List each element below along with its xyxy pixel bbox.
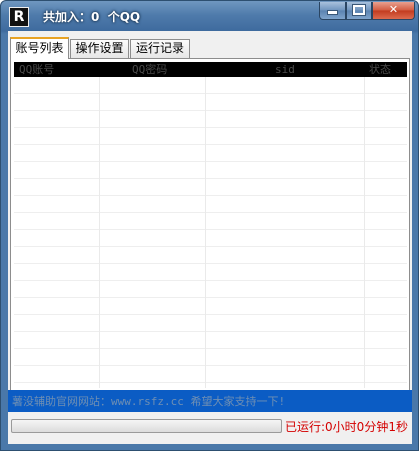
- close-icon: ✕: [388, 3, 399, 16]
- window-title: 共加入：0 个QQ: [43, 10, 141, 24]
- status-area: 已运行:0小时0分钟1秒: [8, 414, 412, 444]
- column-header-status[interactable]: 状态: [369, 62, 391, 77]
- tab-run-log[interactable]: 运行记录: [130, 39, 190, 58]
- app-logo-icon: R: [9, 7, 29, 27]
- maximize-button[interactable]: [346, 2, 372, 20]
- progress-bar: [11, 419, 282, 433]
- list-header: QQ账号 QQ密码 sid 状态: [14, 62, 407, 77]
- minimize-icon: [327, 10, 338, 15]
- close-button[interactable]: ✕: [372, 2, 415, 20]
- tab-panel: QQ账号 QQ密码 sid 状态: [10, 58, 410, 411]
- minimize-button[interactable]: [319, 2, 346, 20]
- runtime-status: 已运行:0小时0分钟1秒: [285, 420, 408, 434]
- account-list-view[interactable]: QQ账号 QQ密码 sid 状态: [14, 62, 407, 388]
- column-header-qq-account[interactable]: QQ账号: [19, 62, 54, 77]
- tab-strip: 账号列表 操作设置 运行记录: [8, 37, 412, 59]
- maximize-icon: [352, 4, 366, 16]
- notice-text[interactable]: 薯没辅助官网网站：www.rsfz.cc 希望大家支持一下!: [12, 393, 285, 409]
- tab-operation-settings[interactable]: 操作设置: [70, 39, 129, 58]
- tab-account-list[interactable]: 账号列表: [10, 37, 69, 59]
- column-header-qq-password[interactable]: QQ密码: [132, 62, 167, 77]
- app-window: R 共加入：0 个QQ ✕ 账号列表 操作设置 运行记录 QQ账号 QQ密码 s…: [0, 0, 419, 451]
- client-area: 账号列表 操作设置 运行记录 QQ账号 QQ密码 sid 状态 薯没辅助官网网站…: [8, 31, 412, 444]
- title-bar[interactable]: R 共加入：0 个QQ ✕: [1, 1, 418, 31]
- notice-bar: 薯没辅助官网网站：www.rsfz.cc 希望大家支持一下!: [8, 390, 412, 412]
- column-header-sid[interactable]: sid: [275, 62, 295, 77]
